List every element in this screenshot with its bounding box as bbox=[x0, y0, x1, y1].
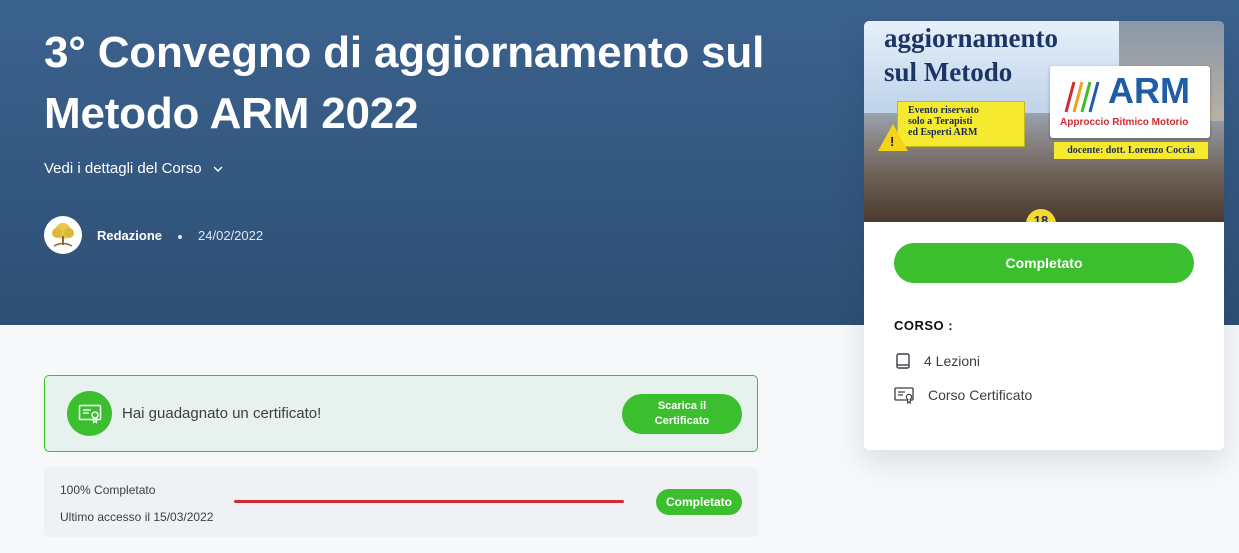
chevron-down-icon bbox=[213, 166, 223, 172]
thumbnail-docente: docente: dott. Lorenzo Coccia bbox=[1054, 142, 1208, 159]
course-card: aggiornamento sul Metodo Evento riservat… bbox=[864, 21, 1224, 450]
course-details-toggle[interactable]: Vedi i dettagli del Corso bbox=[44, 160, 224, 177]
author-name[interactable]: Redazione bbox=[97, 228, 162, 243]
thumbnail-note-line: Evento riservato bbox=[908, 105, 979, 116]
pencils-icon bbox=[1064, 81, 1100, 113]
feature-certificate: Corso Certificato bbox=[894, 386, 1032, 404]
progress-bar-fill bbox=[234, 500, 624, 503]
certificate-badge bbox=[67, 391, 112, 436]
course-details-label: Vedi i dettagli del Corso bbox=[44, 160, 202, 177]
course-completed-button[interactable]: Completato bbox=[894, 243, 1194, 283]
thumbnail-title-line: sul Metodo bbox=[884, 57, 1013, 87]
book-icon bbox=[896, 353, 910, 369]
course-progress: 100% Completato Ultimo accesso il 15/03/… bbox=[44, 467, 758, 537]
avatar[interactable] bbox=[44, 216, 82, 254]
certificate-message: Hai guadagnato un certificato! bbox=[122, 405, 322, 422]
certificate-banner: Hai guadagnato un certificato! Scarica i… bbox=[44, 375, 758, 452]
tree-logo-icon bbox=[52, 223, 74, 247]
feature-lessons: 4 Lezioni bbox=[894, 352, 980, 370]
download-certificate-button[interactable]: Scarica il Certificato bbox=[622, 394, 742, 434]
thumbnail-title: aggiornamento sul Metodo bbox=[884, 21, 1058, 89]
feature-label: 4 Lezioni bbox=[924, 353, 981, 369]
progress-bar bbox=[234, 500, 624, 503]
warning-mark: ! bbox=[890, 134, 895, 149]
separator-dot bbox=[178, 235, 183, 239]
thumbnail-note-line: solo a Terapisti bbox=[908, 116, 973, 127]
thumbnail-title-line: aggiornamento bbox=[884, 23, 1058, 53]
progress-percent: 100% Completato bbox=[60, 483, 156, 497]
course-title: 3° Convegno di aggiornamento sul Metodo … bbox=[44, 28, 765, 138]
thumbnail-note-line: ed Esperti ARM bbox=[908, 127, 978, 138]
post-date: 24/02/2022 bbox=[198, 227, 264, 243]
author-info: Redazione 24/02/2022 bbox=[44, 216, 263, 254]
arm-logo-text: ARM bbox=[1108, 70, 1190, 111]
progress-status-badge: Completato bbox=[656, 489, 742, 515]
arm-logo-subtitle: Approccio Ritmico Motorio bbox=[1060, 117, 1189, 128]
last-access: Ultimo accesso il 15/03/2022 bbox=[60, 510, 214, 524]
certificate-icon bbox=[78, 404, 101, 424]
thumbnail-note: Evento riservato solo a Terapisti ed Esp… bbox=[897, 101, 1025, 147]
certificate-icon bbox=[894, 387, 914, 404]
arm-logo: ARM Approccio Ritmico Motorio bbox=[1050, 66, 1210, 138]
course-section-label: CORSO : bbox=[894, 318, 954, 333]
course-thumbnail[interactable]: aggiornamento sul Metodo Evento riservat… bbox=[864, 21, 1224, 222]
feature-label: Corso Certificato bbox=[928, 387, 1033, 403]
